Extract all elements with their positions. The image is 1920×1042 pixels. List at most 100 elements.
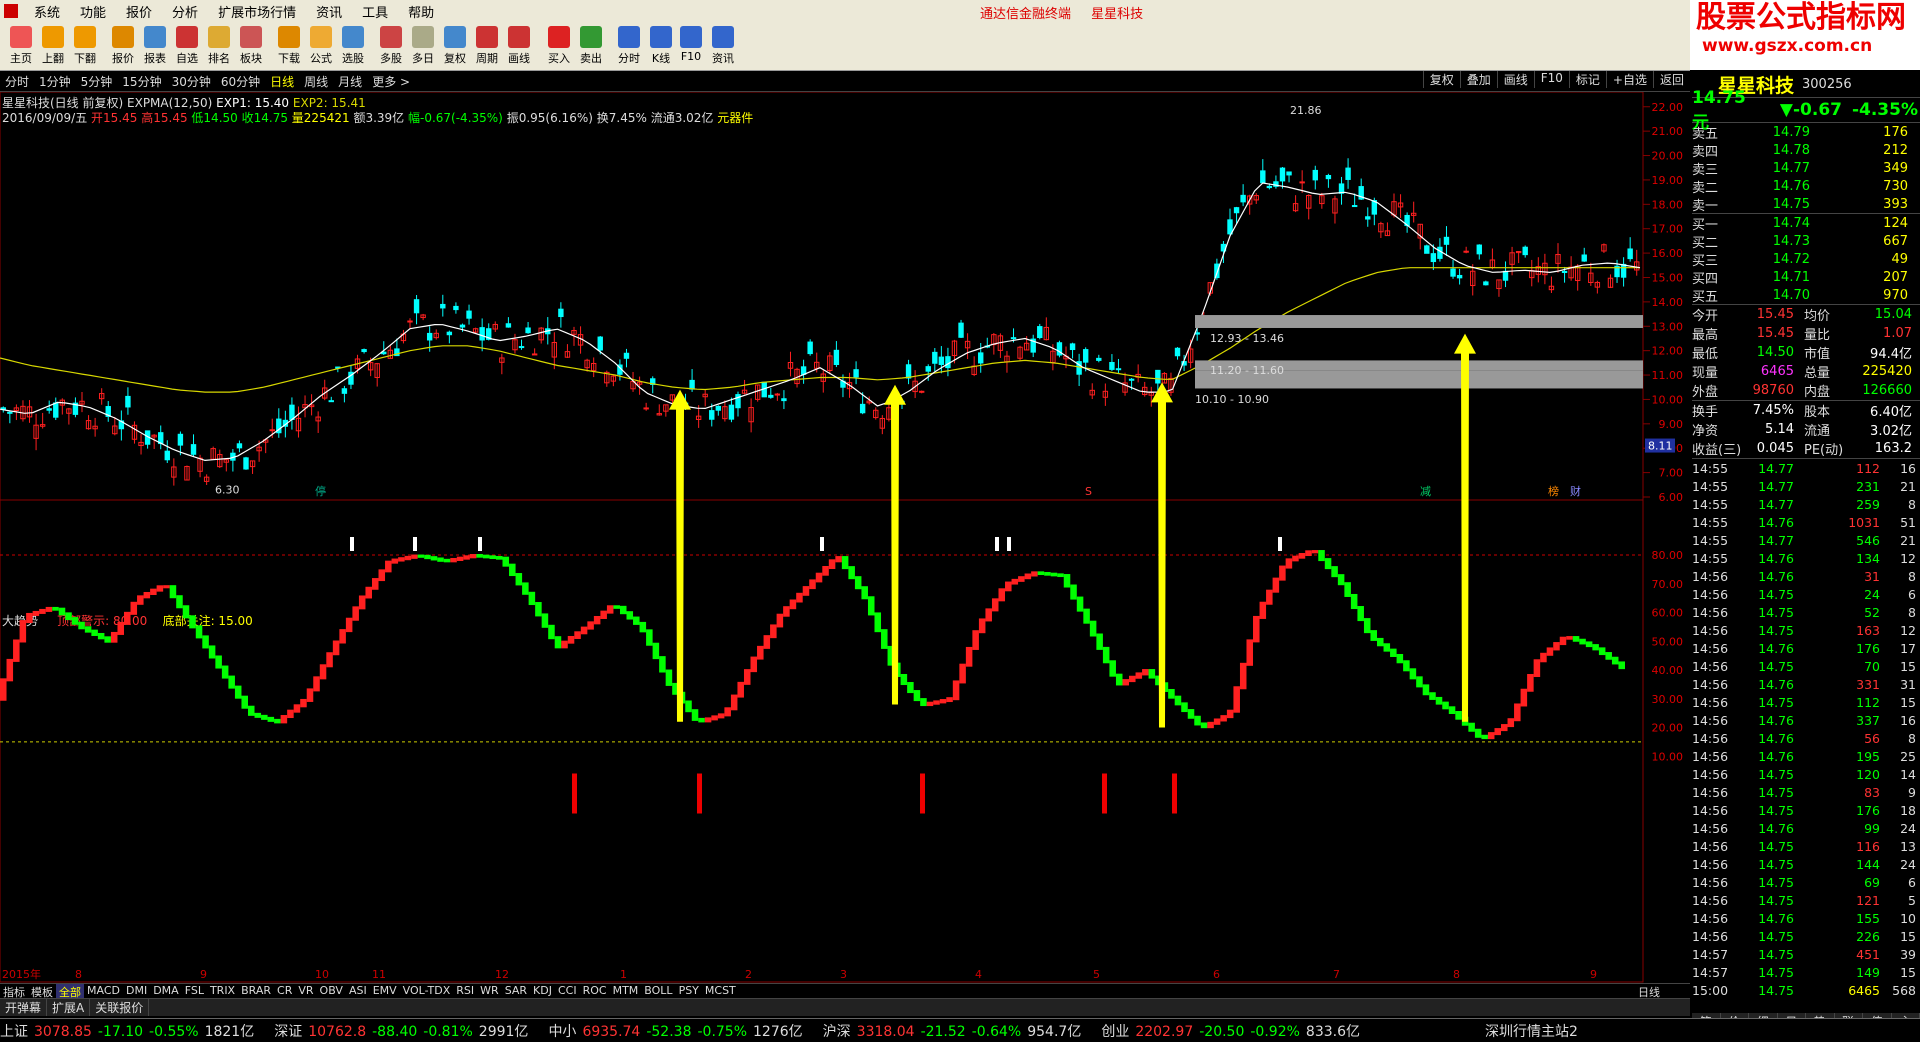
chart-area[interactable]: 星星科技(日线 前复权) EXPMA(12,50) EXP1: 15.40 EX… — [0, 92, 1690, 992]
book-row[interactable]: 买二14.73667 — [1692, 232, 1920, 250]
menu-item-1[interactable]: 功能 — [70, 2, 116, 21]
period-tab-8[interactable]: 月线 — [333, 73, 367, 90]
period-tab-0[interactable]: 分时 — [0, 73, 34, 90]
book-row[interactable]: 卖五14.79176 — [1692, 123, 1920, 141]
tick-row[interactable]: 14:5514.7723121 — [1692, 477, 1920, 495]
bottom-tab-2[interactable]: 关联报价 — [90, 999, 149, 1016]
tick-row[interactable]: 14:5614.7514424 — [1692, 855, 1920, 873]
indicator-tab-3[interactable]: MACD — [84, 984, 123, 999]
book-row[interactable]: 买一14.74124 — [1692, 214, 1920, 232]
chart-tool-5[interactable]: +自选 — [1606, 71, 1653, 88]
book-row[interactable]: 买三14.7249 — [1692, 250, 1920, 268]
chart-tool-3[interactable]: F10 — [1534, 71, 1569, 88]
toolbar-button-15[interactable]: 画线 — [500, 26, 538, 68]
book-row[interactable]: 卖三14.77349 — [1692, 159, 1920, 177]
period-tab-9[interactable]: 更多 > — [367, 73, 415, 90]
tick-row[interactable]: 14:5614.7517618 — [1692, 801, 1920, 819]
chart-tool-0[interactable]: 复权 — [1423, 71, 1460, 88]
indicator-tab-24[interactable]: MCST — [702, 984, 739, 999]
tick-row[interactable]: 14:5514.7754621 — [1692, 531, 1920, 549]
period-tab-1[interactable]: 1分钟 — [34, 73, 76, 90]
indicator-tab-0[interactable]: 指标 — [0, 984, 28, 999]
indicator-tab-4[interactable]: DMI — [123, 984, 150, 999]
index-1[interactable]: 深证10762.8-88.40-0.81%2991亿 — [274, 1021, 534, 1041]
tick-row[interactable]: 14:5614.75839 — [1692, 783, 1920, 801]
indicator-tab-15[interactable]: RSI — [453, 984, 477, 999]
indicator-tab-12[interactable]: ASI — [346, 984, 370, 999]
tick-row[interactable]: 14:5614.769924 — [1692, 819, 1920, 837]
period-tab-4[interactable]: 30分钟 — [167, 73, 216, 90]
indicator-tab-2[interactable]: 全部 — [56, 984, 84, 999]
toolbar-button-7[interactable]: 板块 — [232, 26, 270, 68]
tick-row[interactable]: 14:5614.75696 — [1692, 873, 1920, 891]
tick-row[interactable]: 14:5514.772598 — [1692, 495, 1920, 513]
indicator-tab-23[interactable]: PSY — [676, 984, 702, 999]
tick-row[interactable]: 14:5614.7633131 — [1692, 675, 1920, 693]
tick-row[interactable]: 14:5614.7512014 — [1692, 765, 1920, 783]
menu-item-5[interactable]: 资讯 — [306, 2, 352, 21]
tick-list[interactable]: 14:5514.771121614:5514.772312114:5514.77… — [1692, 459, 1920, 999]
tick-row[interactable]: 14:5714.7545139 — [1692, 945, 1920, 963]
menu-item-7[interactable]: 帮助 — [398, 2, 444, 21]
indicator-tab-8[interactable]: BRAR — [238, 984, 274, 999]
tick-row[interactable]: 14:5614.7522615 — [1692, 927, 1920, 945]
tick-row[interactable]: 14:5614.7516312 — [1692, 621, 1920, 639]
period-tab-3[interactable]: 15分钟 — [117, 73, 166, 90]
toolbar-button-17[interactable]: 卖出 — [572, 26, 610, 68]
chart-tool-1[interactable]: 叠加 — [1460, 71, 1497, 88]
toolbar-button-2[interactable]: 下翻 — [66, 26, 104, 68]
indicator-tab-5[interactable]: DMA — [150, 984, 182, 999]
tick-row[interactable]: 14:5614.7511215 — [1692, 693, 1920, 711]
indicator-tab-22[interactable]: BOLL — [641, 984, 675, 999]
index-2[interactable]: 中小6935.74-52.38-0.75%1276亿 — [548, 1021, 808, 1041]
tick-row[interactable]: 14:5514.76103151 — [1692, 513, 1920, 531]
indicator-tab-20[interactable]: ROC — [580, 984, 610, 999]
tick-row[interactable]: 14:5614.751215 — [1692, 891, 1920, 909]
indicator-tab-18[interactable]: KDJ — [530, 984, 555, 999]
book-row[interactable]: 卖四14.78212 — [1692, 141, 1920, 159]
tick-row[interactable]: 14:5614.7619525 — [1692, 747, 1920, 765]
toolbar-button-10[interactable]: 选股 — [334, 26, 372, 68]
indicator-tab-7[interactable]: TRIX — [207, 984, 238, 999]
tick-row[interactable]: 14:5614.7615510 — [1692, 909, 1920, 927]
indicator-tab-13[interactable]: EMV — [370, 984, 400, 999]
indicator-tab-16[interactable]: WR — [477, 984, 502, 999]
kline-chart[interactable]: 22.0021.0020.0019.0018.0017.0016.0015.00… — [0, 92, 1690, 983]
indicator-tab-17[interactable]: SAR — [502, 984, 530, 999]
indicator-tab-1[interactable]: 模板 — [28, 984, 56, 999]
book-row[interactable]: 买四14.71207 — [1692, 268, 1920, 286]
tick-row[interactable]: 14:5614.7511613 — [1692, 837, 1920, 855]
bottom-tab-1[interactable]: 扩展A — [47, 999, 90, 1016]
period-tab-2[interactable]: 5分钟 — [76, 73, 118, 90]
menu-item-3[interactable]: 分析 — [162, 2, 208, 21]
tick-row[interactable]: 14:5614.7617617 — [1692, 639, 1920, 657]
period-tab-7[interactable]: 周线 — [299, 73, 333, 90]
period-tab-5[interactable]: 60分钟 — [216, 73, 265, 90]
tick-row[interactable]: 14:5614.75246 — [1692, 585, 1920, 603]
tick-row[interactable]: 15:0014.756465568 — [1692, 981, 1920, 999]
book-row[interactable]: 买五14.70970 — [1692, 286, 1920, 304]
indicator-tab-10[interactable]: VR — [295, 984, 316, 999]
period-label[interactable]: 日线 — [1635, 984, 1690, 999]
index-4[interactable]: 创业2202.97-20.50-0.92%833.6亿 — [1101, 1021, 1366, 1041]
index-0[interactable]: 上证3078.85-17.10-0.55%1821亿 — [0, 1021, 260, 1041]
tick-row[interactable]: 14:5514.7711216 — [1692, 459, 1920, 477]
indicator-tab-14[interactable]: VOL-TDX — [400, 984, 454, 999]
tick-row[interactable]: 14:5514.7613412 — [1692, 549, 1920, 567]
book-row[interactable]: 卖一14.75393 — [1692, 195, 1920, 213]
chart-tool-6[interactable]: 返回 — [1653, 71, 1690, 88]
indicator-tab-6[interactable]: FSL — [182, 984, 207, 999]
menu-item-2[interactable]: 报价 — [116, 2, 162, 21]
index-3[interactable]: 沪深3318.04-21.52-0.64%954.7亿 — [823, 1021, 1088, 1041]
menu-item-0[interactable]: 系统 — [24, 2, 70, 21]
menu-item-4[interactable]: 扩展市场行情 — [208, 2, 306, 21]
indicator-tab-21[interactable]: MTM — [610, 984, 642, 999]
chart-tool-2[interactable]: 画线 — [1497, 71, 1534, 88]
tick-row[interactable]: 14:5714.7514915 — [1692, 963, 1920, 981]
tick-row[interactable]: 14:5614.76568 — [1692, 729, 1920, 747]
indicator-tab-19[interactable]: CCI — [555, 984, 580, 999]
tick-row[interactable]: 14:5614.75528 — [1692, 603, 1920, 621]
indicator-tab-11[interactable]: OBV — [317, 984, 346, 999]
menu-item-6[interactable]: 工具 — [352, 2, 398, 21]
tick-row[interactable]: 14:5614.7633716 — [1692, 711, 1920, 729]
